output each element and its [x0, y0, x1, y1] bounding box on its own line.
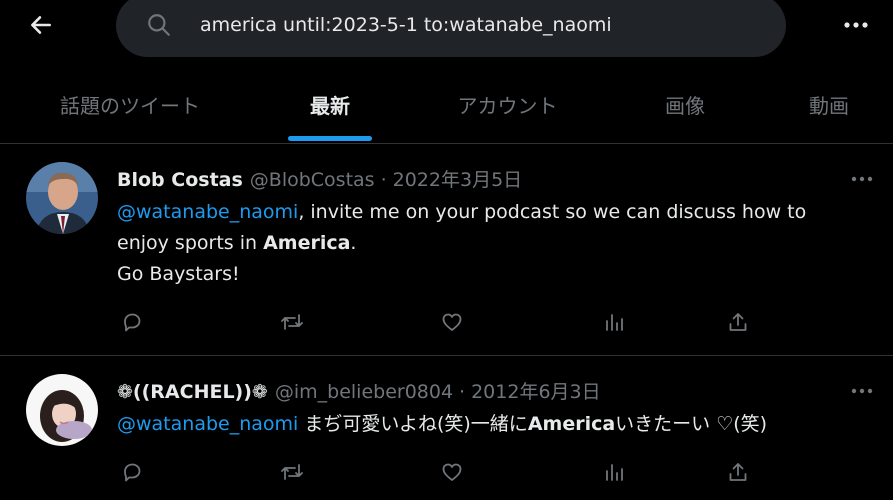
- tab-images[interactable]: 画像: [640, 64, 730, 144]
- tab-videos[interactable]: 動画: [785, 64, 873, 144]
- more-options-button[interactable]: [836, 10, 876, 40]
- tweet-more-button[interactable]: [846, 167, 878, 191]
- meta-separator: ·: [459, 381, 466, 403]
- reply-button[interactable]: [117, 307, 147, 337]
- tweet-date[interactable]: 2012年6月3日: [471, 377, 601, 404]
- reply-button[interactable]: [117, 457, 147, 487]
- share-icon: [729, 313, 747, 331]
- views-icon: [606, 314, 623, 331]
- avatar-image: [26, 162, 98, 234]
- search-bar: [116, 0, 786, 57]
- reply-icon: [124, 313, 141, 332]
- avatar[interactable]: [26, 162, 98, 234]
- like-button[interactable]: [437, 307, 467, 337]
- tweet-date[interactable]: 2022年3月5日: [393, 165, 523, 192]
- meta-separator: ·: [380, 169, 387, 191]
- views-button[interactable]: [599, 307, 629, 337]
- tweet-text-segment: まぢ可愛いよね(笑)一緒に: [298, 413, 528, 435]
- search-input[interactable]: [200, 8, 760, 42]
- tab-top-tweets[interactable]: 話題のツイート: [30, 64, 230, 144]
- retweet-icon: [281, 464, 303, 480]
- tweet-actions: [117, 307, 777, 337]
- reply-icon: [124, 463, 141, 482]
- retweet-icon: [281, 314, 303, 330]
- more-icon: [844, 22, 868, 28]
- avatar[interactable]: [26, 374, 98, 446]
- tweet-text-segment: .: [350, 232, 357, 254]
- views-button[interactable]: [599, 457, 629, 487]
- more-icon: [851, 176, 873, 182]
- search-icon: [148, 14, 170, 36]
- mention-link[interactable]: @watanabe_naomi: [117, 201, 298, 223]
- tweet[interactable]: Blob Costas @BlobCostas · 2022年3月5日 @wat…: [0, 145, 893, 356]
- retweet-button[interactable]: [277, 457, 307, 487]
- views-icon: [606, 464, 623, 481]
- tweet-text: @watanabe_naomi まぢ可愛いよね(笑)一緒にAmericaいきたー…: [117, 409, 857, 440]
- tweet-text-segment: enjoy sports in: [117, 232, 264, 254]
- like-icon: [442, 313, 462, 331]
- author-name[interactable]: Blob Costas: [117, 169, 243, 191]
- avatar-image: [26, 374, 98, 446]
- tweet-header: Blob Costas @BlobCostas · 2022年3月5日: [117, 165, 522, 192]
- tweet-text-segment: , invite me on your podcast so we can di…: [298, 201, 807, 223]
- tweet-text: @watanabe_naomi, invite me on your podca…: [117, 197, 857, 290]
- tweet[interactable]: ❁((RACHEL))❁ @im_belieber0804 · 2012年6月3…: [0, 357, 893, 500]
- share-button[interactable]: [723, 457, 753, 487]
- like-icon: [442, 463, 462, 481]
- more-icon: [851, 388, 873, 394]
- tweet-header: ❁((RACHEL))❁ @im_belieber0804 · 2012年6月3…: [117, 377, 601, 404]
- tweet-text-segment: いきたーい ♡(笑): [615, 413, 768, 435]
- top-bar: [0, 0, 893, 64]
- tweet-actions: [117, 457, 777, 487]
- share-icon: [729, 463, 747, 481]
- retweet-button[interactable]: [277, 307, 307, 337]
- author-handle[interactable]: @im_belieber0804: [275, 381, 453, 403]
- tab-accounts[interactable]: アカウント: [430, 64, 585, 144]
- active-tab-indicator: [288, 136, 372, 141]
- mention-link[interactable]: @watanabe_naomi: [117, 413, 298, 435]
- tweet-text-segment: Go Baystars!: [117, 263, 240, 285]
- author-handle[interactable]: @BlobCostas: [250, 169, 375, 191]
- author-name[interactable]: ❁((RACHEL))❁: [117, 381, 268, 403]
- like-button[interactable]: [437, 457, 467, 487]
- tab-latest[interactable]: 最新: [280, 64, 380, 144]
- arrow-left-icon: [31, 16, 51, 34]
- search-highlight: America: [527, 413, 616, 435]
- search-tabs: 話題のツイート 最新 アカウント 画像 動画: [0, 64, 893, 144]
- share-button[interactable]: [723, 307, 753, 337]
- tweet-more-button[interactable]: [846, 379, 878, 403]
- back-button[interactable]: [24, 8, 58, 42]
- search-highlight: America: [263, 232, 351, 254]
